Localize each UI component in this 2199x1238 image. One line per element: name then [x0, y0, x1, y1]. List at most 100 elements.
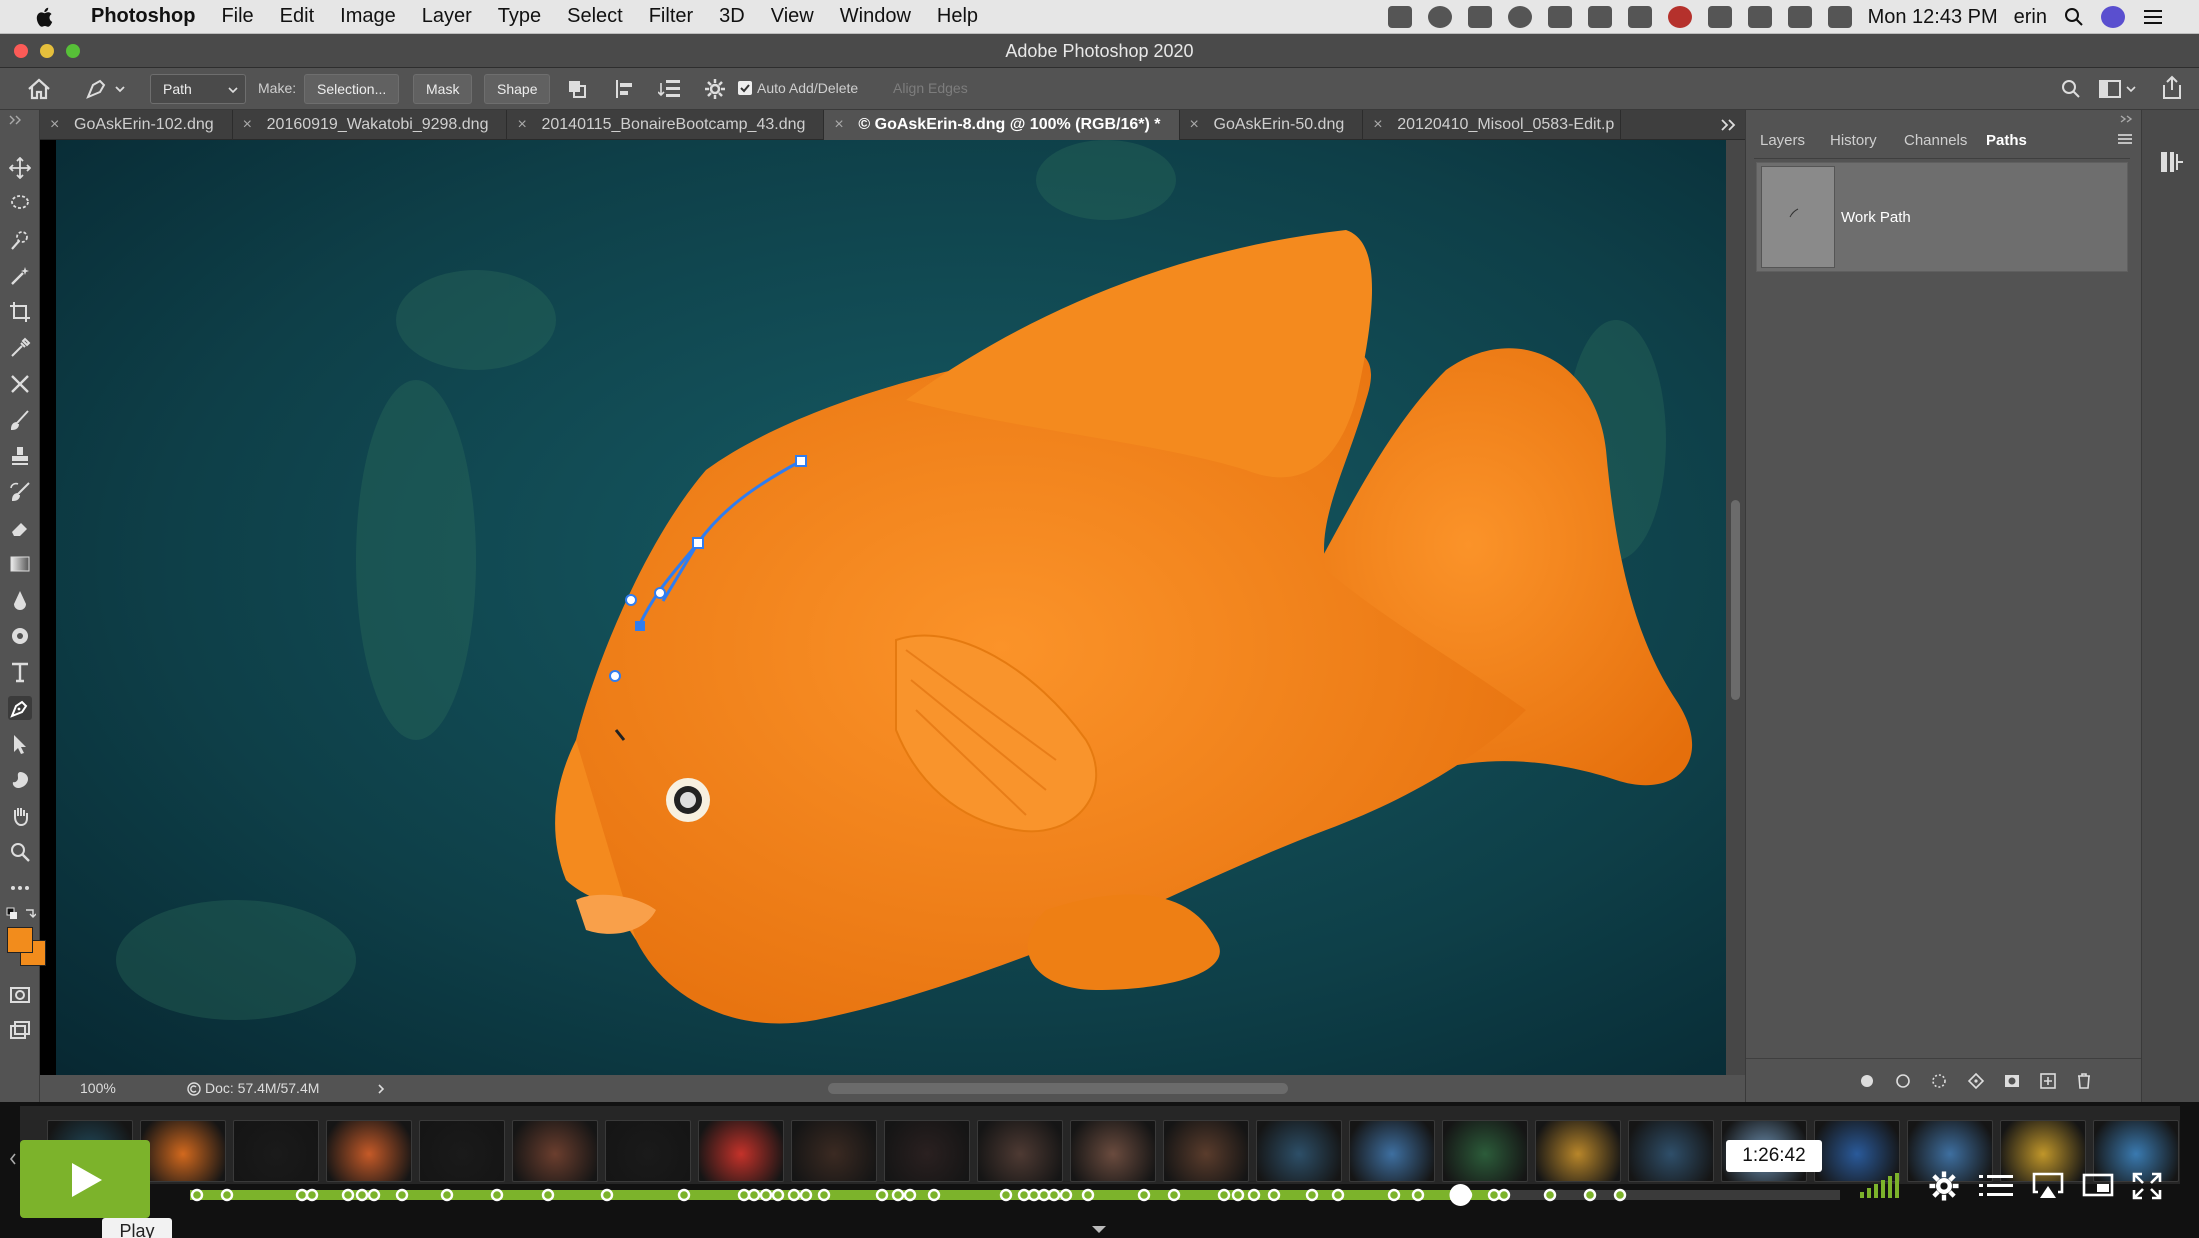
chapter-marker[interactable] [875, 1188, 889, 1202]
make-selection-button[interactable]: Selection... [304, 74, 400, 104]
chapter-marker[interactable] [1497, 1188, 1511, 1202]
path-arrangement-icon[interactable] [658, 77, 686, 101]
close-tab-icon[interactable]: × [1190, 110, 1199, 140]
chapter-marker[interactable] [771, 1188, 785, 1202]
chapter-thumbnail[interactable] [512, 1120, 598, 1182]
chapter-marker[interactable] [1613, 1188, 1627, 1202]
add-mask-icon[interactable] [2003, 1072, 2021, 1090]
chapter-marker[interactable] [737, 1188, 751, 1202]
chapter-marker[interactable] [395, 1188, 409, 1202]
workspace-switcher-icon[interactable] [2098, 78, 2138, 100]
document-tab-active[interactable]: × © GoAskErin-8.dng @ 100% (RGB/16*) * [824, 110, 1180, 140]
properties-panel-icon[interactable] [2158, 148, 2186, 176]
chapter-marker[interactable] [440, 1188, 454, 1202]
pen-mode-select[interactable]: Path [150, 74, 246, 104]
magic-wand-tool-icon[interactable] [8, 264, 32, 288]
more-tools-icon[interactable] [8, 876, 32, 900]
quick-selection-tool-icon[interactable] [8, 228, 32, 252]
chapter-marker[interactable] [787, 1188, 801, 1202]
dropbox-icon[interactable] [1587, 6, 1612, 28]
creative-cloud-icon[interactable] [1427, 6, 1452, 28]
bluetooth-icon[interactable] [1547, 6, 1572, 28]
auto-add-delete-checkbox[interactable] [738, 81, 752, 95]
tab-layers[interactable]: Layers [1754, 128, 1811, 154]
chapter-marker[interactable] [1047, 1188, 1061, 1202]
chapter-marker[interactable] [341, 1188, 355, 1202]
more-tabs-icon[interactable] [1720, 118, 1738, 132]
chapter-thumbnail[interactable] [1349, 1120, 1435, 1182]
chapter-marker[interactable] [1137, 1188, 1151, 1202]
menu-select[interactable]: Select [567, 5, 623, 28]
collapse-dock-icon[interactable] [2119, 114, 2133, 124]
chapter-thumbnail[interactable] [1256, 1120, 1342, 1182]
chapter-marker[interactable] [1017, 1188, 1031, 1202]
chapters-list-icon[interactable] [1978, 1172, 2014, 1200]
chapter-marker[interactable] [490, 1188, 504, 1202]
menu-help[interactable]: Help [937, 5, 978, 28]
create-new-path-icon[interactable] [2039, 1072, 2057, 1090]
clone-stamp-tool-icon[interactable] [8, 444, 32, 468]
notification-center-icon[interactable] [2141, 7, 2165, 27]
chapter-marker[interactable] [1027, 1188, 1041, 1202]
close-tab-icon[interactable]: × [50, 110, 59, 140]
path-name[interactable]: Work Path [1841, 209, 1911, 226]
screen-icon[interactable] [1387, 6, 1412, 28]
chapter-marker[interactable] [677, 1188, 691, 1202]
chapter-marker[interactable] [747, 1188, 761, 1202]
panel-menu-icon[interactable] [2116, 132, 2134, 146]
chapter-marker[interactable] [1059, 1188, 1073, 1202]
gear-icon[interactable] [704, 78, 726, 100]
menu-layer[interactable]: Layer [422, 5, 472, 28]
status-menu-chevron-icon[interactable] [376, 1083, 386, 1095]
bluetooth-menu-icon[interactable] [1747, 6, 1772, 28]
load-path-as-selection-icon[interactable] [1931, 1073, 1947, 1089]
path-selection-tool-icon[interactable] [8, 732, 32, 756]
stack-icon[interactable] [1627, 6, 1652, 28]
make-mask-button[interactable]: Mask [413, 74, 473, 104]
chapter-thumbnail[interactable] [977, 1120, 1063, 1182]
minimize-window-icon[interactable] [40, 44, 54, 58]
chapter-thumbnail[interactable] [233, 1120, 319, 1182]
menu-filter[interactable]: Filter [649, 5, 693, 28]
zoom-tool-icon[interactable] [8, 840, 32, 864]
one-password-icon[interactable] [1507, 6, 1532, 28]
share-icon[interactable] [2160, 75, 2184, 101]
chapter-marker[interactable] [355, 1188, 369, 1202]
search-icon[interactable] [2060, 78, 2082, 100]
airplay-icon[interactable] [1707, 6, 1732, 28]
chapter-marker[interactable] [817, 1188, 831, 1202]
vertical-scroll-thumb[interactable] [1731, 500, 1740, 700]
menu-edit[interactable]: Edit [280, 5, 314, 28]
chapter-marker[interactable] [1411, 1188, 1425, 1202]
chapter-marker[interactable] [1037, 1188, 1051, 1202]
chapter-thumbnail[interactable] [791, 1120, 877, 1182]
app-menu[interactable]: Photoshop [91, 5, 195, 28]
dodge-tool-icon[interactable] [8, 624, 32, 648]
chapter-marker[interactable] [367, 1188, 381, 1202]
volume-icon[interactable] [1827, 6, 1852, 28]
make-shape-button[interactable]: Shape [484, 74, 551, 104]
document-tab[interactable]: × 20160919_Wakatobi_9298.dng [233, 110, 508, 140]
brush-tool-icon[interactable] [8, 408, 32, 432]
playhead-knob[interactable] [1449, 1184, 1472, 1206]
chapter-marker[interactable] [1217, 1188, 1231, 1202]
progress-bar[interactable] [190, 1182, 1840, 1206]
chapter-thumbnail[interactable] [140, 1120, 226, 1182]
path-row-work-path[interactable]: Work Path [1756, 162, 2128, 272]
tab-history[interactable]: History [1824, 128, 1883, 154]
horizontal-scroll-thumb[interactable] [828, 1083, 1288, 1094]
auto-add-delete-label[interactable]: Auto Add/Delete [757, 80, 858, 96]
chapter-thumbnail[interactable] [419, 1120, 505, 1182]
chapter-marker[interactable] [541, 1188, 555, 1202]
expand-drawer-icon[interactable] [1090, 1224, 1108, 1236]
fill-path-icon[interactable] [1859, 1073, 1875, 1089]
chapter-marker[interactable] [1167, 1188, 1181, 1202]
chapter-marker[interactable] [891, 1188, 905, 1202]
document-canvas[interactable] [56, 140, 1726, 1075]
path-alignment-icon[interactable] [614, 78, 636, 100]
make-work-path-icon[interactable] [1967, 1072, 1985, 1090]
document-tab[interactable]: × GoAskErin-50.dng [1180, 110, 1364, 140]
close-tab-icon[interactable]: × [834, 110, 843, 140]
document-tab[interactable]: × GoAskErin-102.dng [40, 110, 233, 140]
pen-tool-preset-icon[interactable] [84, 77, 126, 101]
